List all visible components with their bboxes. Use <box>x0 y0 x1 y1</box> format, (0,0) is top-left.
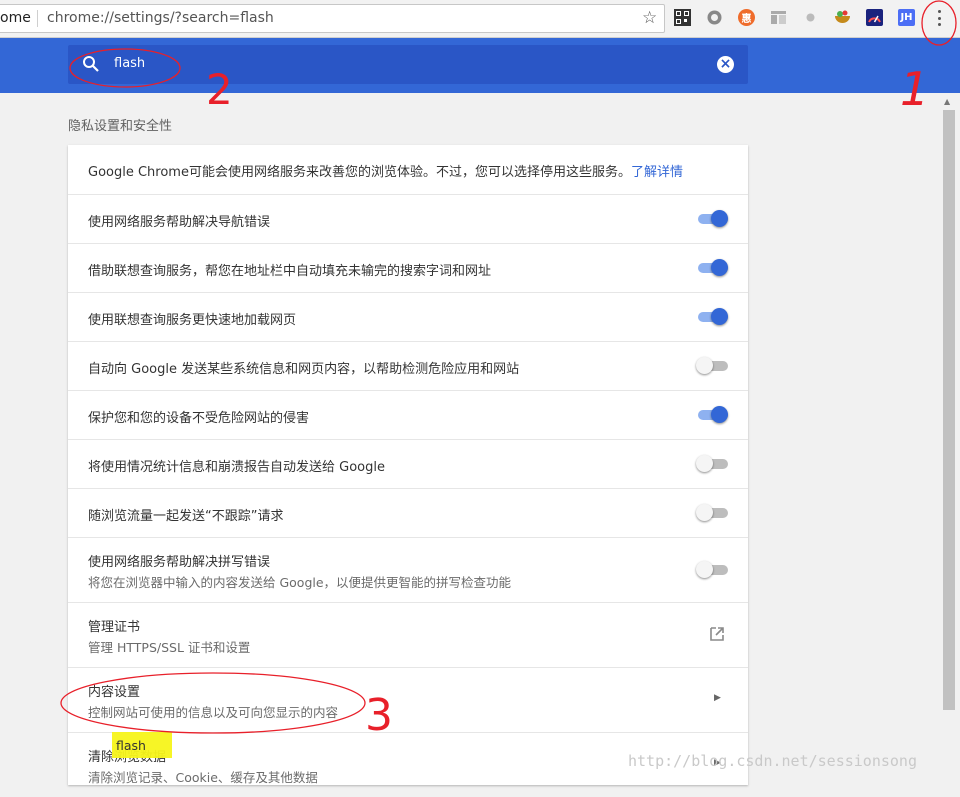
setting-row-content-settings[interactable]: 内容设置 控制网站可使用的信息以及可向您显示的内容 ▶ <box>68 667 748 732</box>
setting-row-certificates[interactable]: 管理证书 管理 HTTPS/SSL 证书和设置 <box>68 602 748 667</box>
intro-row: Google Chrome可能会使用网络服务来改善您的浏览体验。不过，您可以选择… <box>68 145 748 193</box>
address-url[interactable]: chrome://settings/?search=flash <box>47 10 274 26</box>
setting-row-safe-browsing-report[interactable]: 自动向 Google 发送某些系统信息和网页内容，以帮助检测危险应用和网站 <box>68 341 748 390</box>
chevron-right-icon[interactable]: ▶ <box>714 693 721 703</box>
setting-label: 将使用情况统计信息和崩溃报告自动发送给 Google <box>88 460 385 475</box>
do-not-track-toggle[interactable] <box>696 502 730 524</box>
setting-description: 控制网站可使用的信息以及可向您显示的内容 <box>88 705 339 720</box>
setting-label: 自动向 Google 发送某些系统信息和网页内容，以帮助检测危险应用和网站 <box>88 362 520 377</box>
circle-extension-icon[interactable] <box>706 9 723 26</box>
scrollbar-thumb[interactable] <box>943 110 955 710</box>
setting-row-preload[interactable]: 使用联想查询服务更快速地加载网页 <box>68 292 748 341</box>
settings-search-bar[interactable] <box>68 45 748 84</box>
safe-browsing-report-toggle[interactable] <box>696 355 730 377</box>
search-match-text: flash <box>116 738 146 753</box>
setting-description: 管理 HTTPS/SSL 证书和设置 <box>88 640 251 655</box>
qr-code-extension-icon[interactable] <box>674 9 691 26</box>
usage-stats-toggle[interactable] <box>696 453 730 475</box>
orange-extension-icon[interactable]: 惠 <box>738 9 755 26</box>
setting-label: 内容设置 <box>88 685 141 700</box>
clear-search-icon[interactable]: × <box>717 56 734 73</box>
layout-extension-icon[interactable] <box>770 9 787 26</box>
privacy-settings-card: Google Chrome可能会使用网络服务来改善您的浏览体验。不过，您可以选择… <box>68 145 748 785</box>
preload-toggle[interactable] <box>696 306 730 328</box>
setting-description: 将您在浏览器中输入的内容发送给 Google，以便提供更智能的拼写检查功能 <box>88 575 512 590</box>
setting-label: 借助联想查询服务，帮您在地址栏中自动填充未输完的搜索字词和网址 <box>88 264 492 279</box>
learn-more-link[interactable]: 了解详情 <box>631 165 683 180</box>
bowl-extension-icon[interactable] <box>834 9 851 26</box>
section-title: 隐私设置和安全性 <box>68 119 173 134</box>
browser-toolbar: ome chrome://settings/?search=flash ☆ 惠 … <box>0 0 960 38</box>
speedometer-extension-icon[interactable] <box>866 9 883 26</box>
jh-extension-icon[interactable]: JH <box>898 9 915 26</box>
setting-label: 使用网络服务帮助解决拼写错误 <box>88 555 271 570</box>
setting-description: 清除浏览记录、Cookie、缓存及其他数据 <box>88 770 318 785</box>
autocomplete-toggle[interactable] <box>696 257 730 279</box>
setting-label: 随浏览流量一起发送“不跟踪”请求 <box>88 509 284 524</box>
setting-row-navigation-errors[interactable]: 使用网络服务帮助解决导航错误 <box>68 194 748 243</box>
address-bar[interactable]: ome chrome://settings/?search=flash ☆ <box>0 4 665 33</box>
setting-row-safe-browsing[interactable]: 保护您和您的设备不受危险网站的侵害 <box>68 390 748 439</box>
bookmark-star-icon[interactable]: ☆ <box>642 8 657 28</box>
open-in-new-icon[interactable] <box>708 625 726 643</box>
blog-watermark: http://blog.csdn.net/sessionsong <box>628 752 917 770</box>
setting-row-autocomplete[interactable]: 借助联想查询服务，帮您在地址栏中自动填充未输完的搜索字词和网址 <box>68 243 748 292</box>
browser-name-fragment: ome <box>0 10 31 26</box>
setting-row-spelling[interactable]: 使用网络服务帮助解决拼写错误 将您在浏览器中输入的内容发送给 Google，以便… <box>68 537 748 602</box>
search-input[interactable]: flash <box>114 56 145 71</box>
setting-label: 保护您和您的设备不受危险网站的侵害 <box>88 411 310 426</box>
setting-label: 管理证书 <box>88 620 141 635</box>
spelling-toggle[interactable] <box>696 559 730 581</box>
search-icon <box>83 56 99 72</box>
address-divider <box>37 10 38 27</box>
navigation-errors-toggle[interactable] <box>696 208 730 230</box>
scroll-up-arrow-icon[interactable]: ▲ <box>944 97 950 106</box>
setting-row-usage-stats[interactable]: 将使用情况统计信息和崩溃报告自动发送给 Google <box>68 439 748 488</box>
safe-browsing-toggle[interactable] <box>696 404 730 426</box>
dot-extension-icon[interactable] <box>802 9 819 26</box>
intro-text: Google Chrome可能会使用网络服务来改善您的浏览体验。不过，您可以选择… <box>88 165 683 180</box>
setting-row-do-not-track[interactable]: 随浏览流量一起发送“不跟踪”请求 <box>68 488 748 537</box>
setting-label: 使用网络服务帮助解决导航错误 <box>88 215 271 230</box>
setting-label: 使用联想查询服务更快速地加载网页 <box>88 313 297 328</box>
more-menu-icon[interactable] <box>933 8 945 28</box>
